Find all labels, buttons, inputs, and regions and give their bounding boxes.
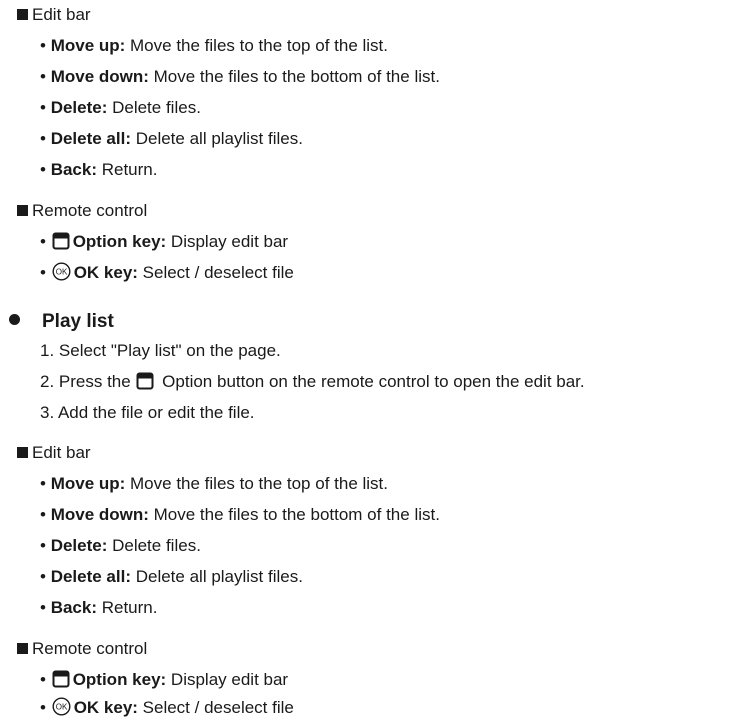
option-key-icon bbox=[52, 232, 70, 250]
list-item: • Delete: Delete files. bbox=[40, 98, 201, 117]
play-list-title: Play list bbox=[9, 309, 114, 335]
list-item: • Option key: Display edit bar bbox=[40, 670, 289, 689]
square-bullet-icon bbox=[17, 205, 28, 216]
round-bullet-icon bbox=[9, 314, 20, 325]
step-item: 2. Press the Option button on the remote… bbox=[40, 372, 585, 391]
ok-key-icon: OK bbox=[52, 262, 71, 281]
option-key-icon bbox=[52, 670, 70, 688]
list-item: • Back: Return. bbox=[40, 598, 158, 617]
list-item: • Delete all: Delete all playlist files. bbox=[40, 567, 303, 586]
square-bullet-icon bbox=[17, 643, 28, 654]
option-key-icon bbox=[136, 372, 154, 390]
list-item: • Move up: Move the files to the top of … bbox=[40, 474, 388, 493]
edit-bar-heading: Edit bar bbox=[17, 3, 91, 27]
square-bullet-icon bbox=[17, 9, 28, 20]
edit-bar-heading: Edit bar bbox=[17, 441, 91, 465]
list-item: • Back: Return. bbox=[40, 160, 158, 179]
list-item: • OK OK key: Select / deselect file bbox=[40, 262, 294, 282]
square-bullet-icon bbox=[17, 447, 28, 458]
list-item: • Option key: Display edit bar bbox=[40, 232, 289, 251]
svg-text:OK: OK bbox=[55, 268, 67, 277]
svg-text:OK: OK bbox=[55, 703, 67, 712]
list-item: • Delete: Delete files. bbox=[40, 536, 201, 555]
manual-page: Edit bar • Move up: Move the files to th… bbox=[0, 0, 731, 722]
ok-key-icon: OK bbox=[52, 697, 71, 716]
step-item: 3. Add the file or edit the file. bbox=[40, 403, 255, 422]
list-item: • OK OK key: Select / deselect file bbox=[40, 697, 294, 717]
remote-control-heading: Remote control bbox=[17, 637, 147, 661]
list-item: • Move down: Move the files to the botto… bbox=[40, 505, 440, 524]
list-item: • Delete all: Delete all playlist files. bbox=[40, 129, 303, 148]
remote-control-heading: Remote control bbox=[17, 199, 147, 223]
list-item: • Move down: Move the files to the botto… bbox=[40, 67, 440, 86]
list-item: • Move up: Move the files to the top of … bbox=[40, 36, 388, 55]
step-item: 1. Select "Play list" on the page. bbox=[40, 341, 281, 360]
